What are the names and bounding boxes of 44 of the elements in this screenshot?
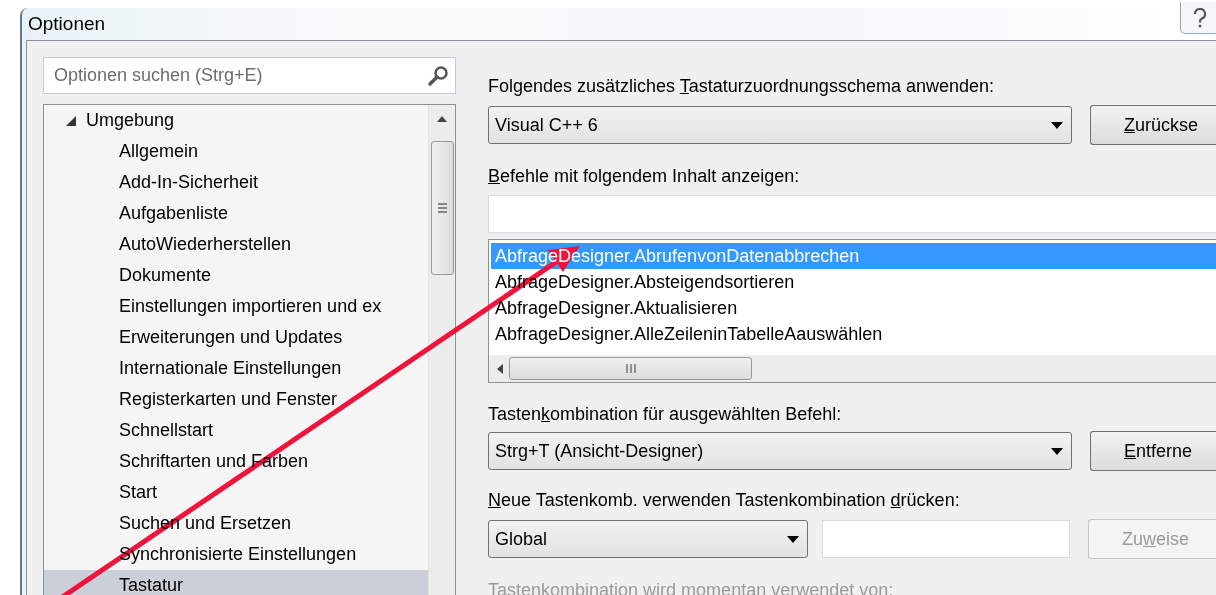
remove-button[interactable]: Entferne: [1090, 431, 1216, 471]
horizontal-scrollbar[interactable]: [489, 355, 1216, 382]
help-button[interactable]: [1180, 2, 1216, 34]
list-item[interactable]: AbfrageDesigner.AlleZeileninTabelleAauswählen: [491, 321, 1216, 347]
caret-icon: [1051, 447, 1063, 455]
expanded-triangle-icon[interactable]: [66, 115, 76, 126]
field-label: Tastenkombination für ausgewählten Befehl:: [488, 403, 842, 426]
search-field[interactable]: Optionen suchen (Strg+E): [43, 57, 456, 94]
tree-item[interactable]: Schnellstart: [44, 415, 428, 446]
tree-item[interactable]: Dokumente: [44, 260, 428, 291]
caret-icon: [1051, 121, 1063, 129]
tree-item[interactable]: Registerkarten und Fenster: [44, 384, 428, 415]
tree-item[interactable]: Allgemein: [44, 136, 428, 167]
tree-item[interactable]: Tastatur: [44, 570, 428, 595]
help-icon: [1193, 7, 1207, 28]
search-input[interactable]: Optionen suchen (Strg+E): [52, 64, 427, 87]
tree-item[interactable]: Umgebung: [44, 105, 428, 136]
dropdown[interactable]: Strg+T (Ansicht-Designer): [488, 432, 1072, 470]
tree-item[interactable]: Add-In-Sicherheit: [44, 167, 428, 198]
tree-item[interactable]: Aufgabenliste: [44, 198, 428, 229]
caret-icon: [787, 535, 799, 543]
field-label: Befehle mit folgendem Inhalt anzeigen:: [488, 165, 800, 188]
scroll-up-icon[interactable]: [437, 116, 447, 122]
tree-item[interactable]: AutoWiederherstellen: [44, 229, 428, 260]
scroll-thumb[interactable]: [509, 357, 752, 380]
text-field[interactable]: [488, 195, 1216, 233]
list-item[interactable]: AbfrageDesigner.Aktualisieren: [491, 295, 1216, 321]
tree-item[interactable]: Internationale Einstellungen: [44, 353, 428, 384]
field-label: Neue Tastenkomb. verwenden Tastenkombination drücken:: [488, 489, 960, 512]
tree-item[interactable]: Start: [44, 477, 428, 508]
dropdown[interactable]: Visual C++ 6: [488, 106, 1072, 144]
tree-item[interactable]: Erweiterungen und Updates: [44, 322, 428, 353]
grip-icon: [625, 364, 636, 373]
shortcut-field[interactable]: [822, 520, 1070, 558]
dropdown[interactable]: Global: [488, 520, 808, 558]
grip-icon: [437, 203, 447, 213]
reset-button[interactable]: Zurückse: [1090, 105, 1216, 145]
tree-item[interactable]: Einstellungen importieren und ex: [44, 291, 428, 322]
field-label: Folgendes zusätzliches Tastaturzuordnungsschema anwenden:: [488, 75, 994, 98]
scroll-thumb[interactable]: [430, 141, 454, 275]
vertical-scrollbar[interactable]: [428, 105, 455, 595]
search-icon: [427, 64, 449, 87]
window-title: Optionen: [28, 13, 106, 35]
scroll-left-icon[interactable]: [497, 363, 503, 374]
